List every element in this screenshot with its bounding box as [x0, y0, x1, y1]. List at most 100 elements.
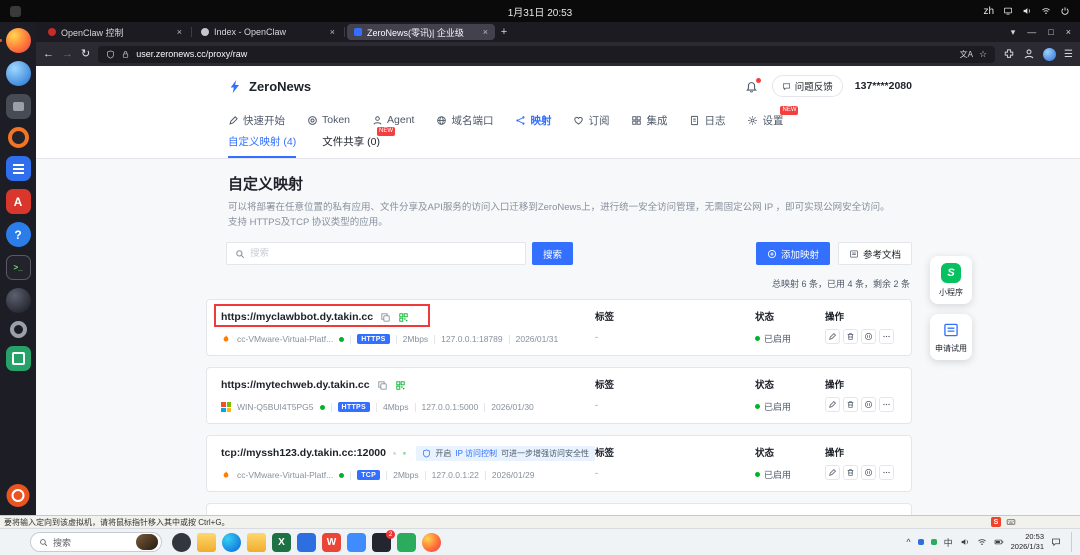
- show-desktop-button[interactable]: [1071, 532, 1074, 552]
- dock-help-icon[interactable]: ?: [6, 222, 31, 247]
- mapping-search-box[interactable]: [226, 242, 526, 265]
- nav-item-domain-port[interactable]: 域名端口: [436, 113, 493, 128]
- ip-acl-link[interactable]: IP 访问控制: [455, 448, 497, 459]
- edit-button[interactable]: [825, 465, 840, 480]
- taskbar-app-folder[interactable]: [247, 533, 266, 552]
- taskbar-app-copilot[interactable]: [172, 533, 191, 552]
- forward-button[interactable]: →: [62, 49, 73, 60]
- minimize-button[interactable]: —: [1027, 27, 1036, 37]
- tab-close-icon[interactable]: ×: [483, 27, 488, 37]
- tab-custom-mapping[interactable]: 自定义映射 (4): [228, 134, 296, 158]
- dock-recorder-icon[interactable]: [8, 127, 29, 148]
- translate-icon[interactable]: 文A: [960, 49, 973, 60]
- dock-editor-icon[interactable]: [6, 156, 31, 181]
- profile-avatar[interactable]: [1043, 48, 1056, 61]
- dock-firefox-icon[interactable]: [6, 28, 31, 53]
- taskbar-app-excel[interactable]: X: [272, 533, 291, 552]
- tray-app-icon[interactable]: [918, 539, 924, 545]
- delete-button[interactable]: [843, 329, 858, 344]
- zeronews-logo[interactable]: ZeroNews: [228, 79, 311, 94]
- dock-ubuntu-icon[interactable]: [7, 484, 30, 507]
- tracking-shield-icon[interactable]: [106, 50, 115, 59]
- ime-indicator[interactable]: 中: [944, 536, 953, 549]
- notification-center-icon[interactable]: [1051, 537, 1061, 547]
- add-mapping-button[interactable]: 添加映射: [756, 242, 830, 265]
- taskbar-app-wps[interactable]: W: [322, 533, 341, 552]
- account-icon[interactable]: [1023, 48, 1035, 60]
- dock-browser-icon[interactable]: [6, 61, 31, 86]
- keyboard-icon[interactable]: [1006, 517, 1016, 527]
- mapping-url[interactable]: tcp://myssh123.dy.takin.cc:12000: [221, 447, 386, 459]
- app-indicator-icon[interactable]: [10, 6, 21, 17]
- power-icon[interactable]: [1060, 6, 1070, 16]
- gnome-clock[interactable]: 1月31日 20:53: [508, 4, 573, 19]
- copy-link-icon[interactable]: [377, 380, 388, 391]
- tray-expand-icon[interactable]: ^: [906, 537, 910, 547]
- dock-settings-icon[interactable]: [10, 321, 27, 338]
- browser-tab-index-openclaw[interactable]: Index - OpenClaw ×: [194, 24, 342, 40]
- more-button[interactable]: [879, 329, 894, 344]
- browser-tab-openclaw-control[interactable]: OpenClaw 控制 ×: [41, 24, 189, 40]
- pause-button[interactable]: [861, 465, 876, 480]
- more-button[interactable]: [879, 397, 894, 412]
- extensions-puzzle-icon[interactable]: [1003, 48, 1015, 60]
- taskbar-app-green[interactable]: [397, 533, 416, 552]
- nav-item-mapping[interactable]: 映射: [515, 113, 551, 128]
- taskbar-app-firefox[interactable]: [422, 533, 441, 552]
- dock-terminal-icon[interactable]: >_: [6, 255, 31, 280]
- nav-item-subscription[interactable]: 订阅: [573, 113, 609, 128]
- dock-app-a-icon[interactable]: A: [6, 189, 31, 214]
- trial-card[interactable]: 申请试用: [930, 314, 972, 360]
- lock-icon[interactable]: [121, 50, 130, 59]
- maximize-button[interactable]: □: [1048, 27, 1053, 37]
- edit-button[interactable]: [825, 397, 840, 412]
- volume-icon[interactable]: [960, 537, 970, 547]
- menu-icon[interactable]: ☰: [1064, 49, 1073, 60]
- nav-item-logs[interactable]: 日志: [689, 113, 725, 128]
- qr-code-icon[interactable]: [398, 312, 409, 323]
- nav-item-token[interactable]: Token: [307, 114, 350, 126]
- bookmark-star-icon[interactable]: ☆: [979, 49, 987, 60]
- sogou-input-icon[interactable]: S: [991, 517, 1001, 527]
- network-icon[interactable]: [1041, 6, 1051, 16]
- new-tab-button[interactable]: +: [495, 26, 513, 38]
- input-language-indicator[interactable]: zh: [983, 6, 994, 17]
- qr-code-icon[interactable]: [395, 380, 406, 391]
- tab-file-share[interactable]: 文件共享 (0)NEW: [322, 134, 380, 156]
- dock-steam-icon[interactable]: [6, 288, 31, 313]
- nav-item-quickstart[interactable]: 快速开始: [228, 113, 285, 128]
- window-close-button[interactable]: ×: [1066, 27, 1071, 37]
- reload-button[interactable]: ↻: [81, 49, 90, 60]
- back-button[interactable]: ←: [43, 49, 54, 60]
- taskbar-search[interactable]: 搜索: [30, 532, 162, 552]
- delete-button[interactable]: [843, 397, 858, 412]
- account-phone[interactable]: 137****2080: [855, 80, 912, 92]
- taskbar-app-terminal[interactable]: 2: [372, 533, 391, 552]
- url-bar[interactable]: user.zeronews.cc/proxy/raw 文A ☆: [98, 46, 995, 63]
- copy-link-icon[interactable]: [393, 448, 396, 459]
- qr-code-icon[interactable]: [403, 448, 406, 459]
- battery-icon[interactable]: [994, 537, 1004, 547]
- dock-software-store-icon[interactable]: [6, 346, 31, 371]
- tab-close-icon[interactable]: ×: [330, 27, 335, 37]
- network-icon[interactable]: [977, 537, 987, 547]
- tray-app-icon[interactable]: [931, 539, 937, 545]
- nav-item-agent[interactable]: Agent: [372, 114, 414, 126]
- tab-close-icon[interactable]: ×: [177, 27, 182, 37]
- pause-button[interactable]: [861, 397, 876, 412]
- mapping-search-input[interactable]: [250, 248, 517, 259]
- notifications-bell[interactable]: [745, 80, 758, 93]
- copy-link-icon[interactable]: [380, 312, 391, 323]
- nav-item-integration[interactable]: 集成: [631, 113, 667, 128]
- mini-program-card[interactable]: S 小程序: [930, 256, 972, 304]
- url-text[interactable]: user.zeronews.cc/proxy/raw: [136, 49, 247, 59]
- browser-tab-zeronews[interactable]: ZeroNews(零讯)| 企业级 ×: [347, 24, 495, 40]
- taskbar-clock[interactable]: 20:53 2026/1/31: [1011, 532, 1044, 552]
- dock-vmware-icon[interactable]: [6, 94, 31, 119]
- taskbar-app-edge[interactable]: [222, 533, 241, 552]
- search-button[interactable]: 搜索: [532, 242, 573, 265]
- taskbar-app-file-explorer[interactable]: [197, 533, 216, 552]
- delete-button[interactable]: [843, 465, 858, 480]
- more-button[interactable]: [879, 465, 894, 480]
- nav-item-settings[interactable]: 设置NEW: [747, 113, 783, 128]
